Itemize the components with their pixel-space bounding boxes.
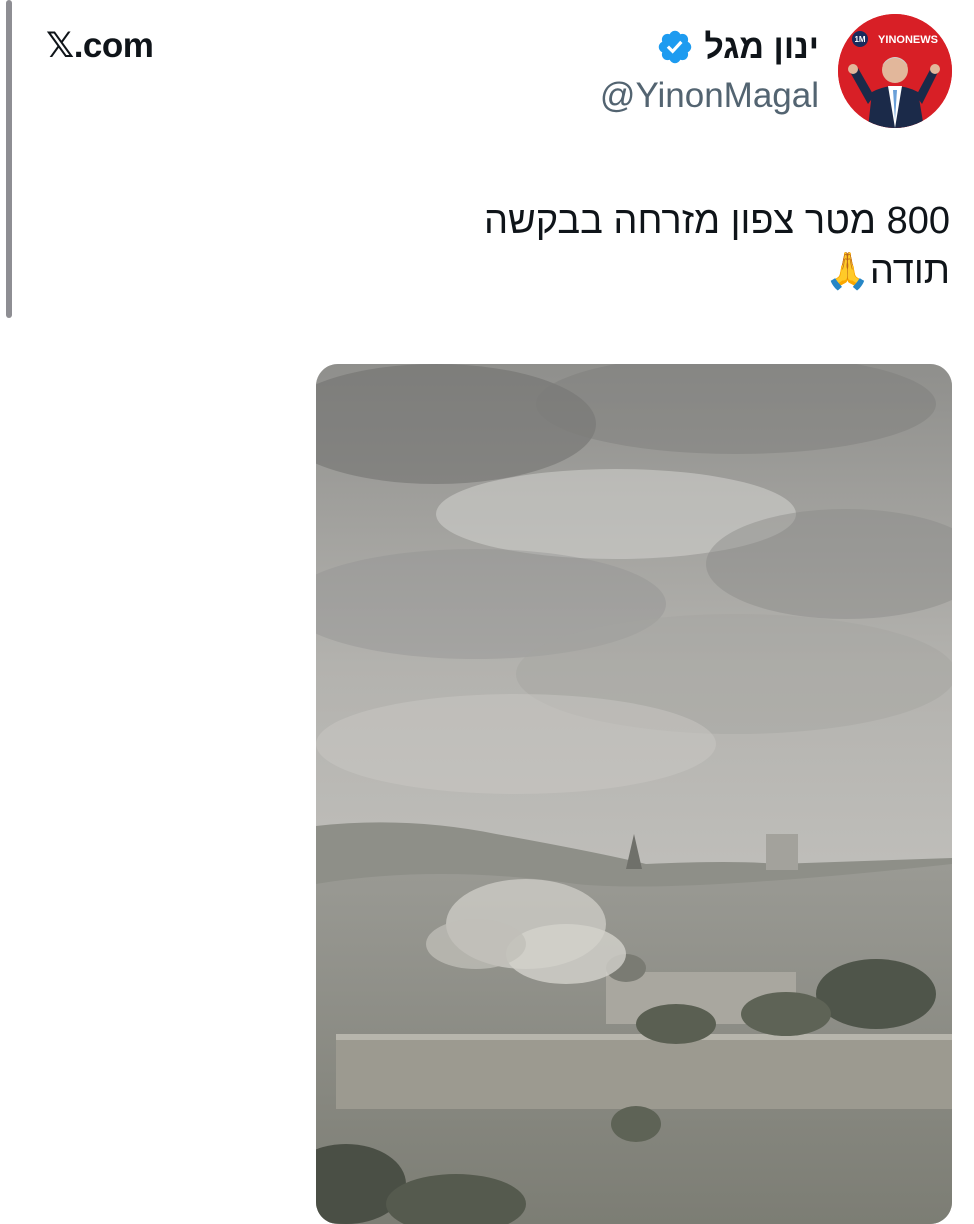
tweet-line-2: תודה🙏 (350, 246, 950, 296)
avatar[interactable]: 1M YINONEWS (838, 14, 952, 128)
video-frame-image (316, 364, 952, 1224)
avatar-badge: YINONEWS (878, 34, 938, 46)
tweet-media[interactable] (316, 364, 952, 1224)
author-handle[interactable]: @YinonMagal (600, 76, 819, 116)
author-name[interactable]: ינון מגל (704, 28, 819, 67)
tweet-line-2-text: תודה (869, 250, 950, 292)
verified-badge-icon (658, 30, 692, 64)
avatar-image: 1M YINONEWS (838, 14, 952, 128)
avatar-subbadge: 1M (854, 35, 865, 44)
tweet-text: 800 מטר צפון מזרחה בבקשה תודה🙏 (350, 196, 950, 296)
scroll-indicator[interactable] (6, 0, 12, 318)
praying-hands-emoji: 🙏 (825, 250, 870, 291)
tweet-line-1: 800 מטר צפון מזרחה בבקשה (483, 200, 950, 242)
site-label: 𝕏.com (46, 26, 154, 65)
